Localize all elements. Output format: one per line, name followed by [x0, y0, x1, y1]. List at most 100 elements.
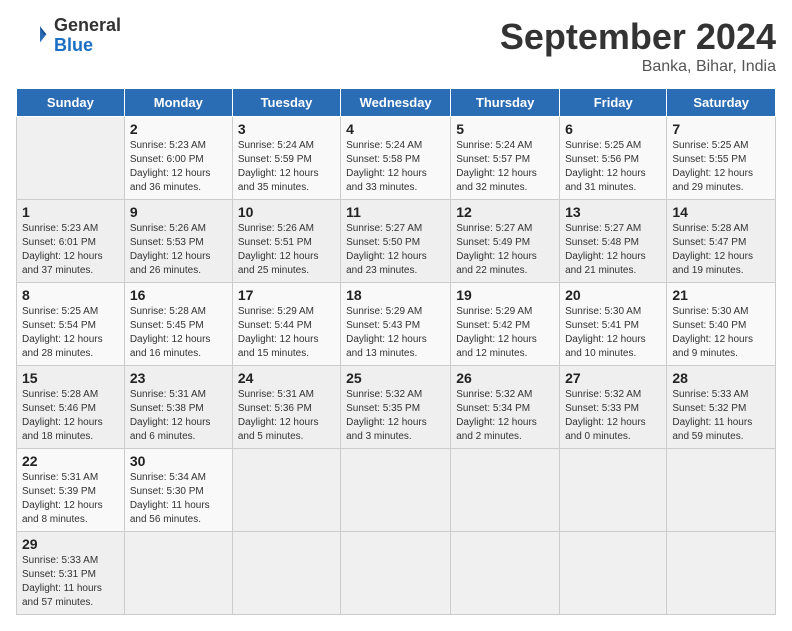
- calendar-body: 2Sunrise: 5:23 AM Sunset: 6:00 PM Daylig…: [17, 117, 776, 615]
- day-number: 23: [130, 370, 227, 386]
- day-number: 10: [238, 204, 335, 220]
- day-info: Sunrise: 5:30 AM Sunset: 5:40 PM Dayligh…: [672, 305, 770, 361]
- day-number: 4: [346, 121, 445, 137]
- day-number: 2: [130, 121, 227, 137]
- page-header: General Blue September 2024 Banka, Bihar…: [16, 16, 776, 76]
- calendar-cell: 30 Sunrise: 5:34 AM Sunset: 5:30 PM Dayli…: [124, 449, 232, 532]
- day-number: 18: [346, 287, 445, 303]
- day-number: 19: [456, 287, 554, 303]
- calendar-cell: 25Sunrise: 5:32 AM Sunset: 5:35 PM Dayli…: [341, 366, 451, 449]
- day-number: 12: [456, 204, 554, 220]
- day-info: Sunrise: 5:24 AM Sunset: 5:58 PM Dayligh…: [346, 139, 445, 195]
- col-thursday: Thursday: [451, 89, 560, 117]
- calendar-row: 22 Sunrise: 5:31 AM Sunset: 5:39 PM Dayli…: [17, 449, 776, 532]
- day-info: Sunrise: 5:26 AM Sunset: 5:53 PM Dayligh…: [130, 222, 227, 278]
- col-wednesday: Wednesday: [341, 89, 451, 117]
- day-info: Sunrise: 5:24 AM Sunset: 5:57 PM Dayligh…: [456, 139, 554, 195]
- calendar-row: 2Sunrise: 5:23 AM Sunset: 6:00 PM Daylig…: [17, 117, 776, 200]
- calendar-cell: [341, 449, 451, 532]
- calendar-cell: [667, 449, 776, 532]
- day-number: 30: [130, 453, 227, 469]
- logo-blue: Blue: [54, 36, 121, 56]
- day-number: 26: [456, 370, 554, 386]
- day-info: Sunrise: 5:25 AM Sunset: 5:54 PM Dayligh…: [22, 305, 119, 361]
- day-info: Sunrise: 5:32 AM Sunset: 5:35 PM Dayligh…: [346, 388, 445, 444]
- day-number: 15: [22, 370, 119, 386]
- calendar-cell: 23 Sunrise: 5:31 AM Sunset: 5:38 PM Dayli…: [124, 366, 232, 449]
- col-monday: Monday: [124, 89, 232, 117]
- col-friday: Friday: [560, 89, 667, 117]
- day-info: Sunrise: 5:29 AM Sunset: 5:42 PM Dayligh…: [456, 305, 554, 361]
- day-number: 16: [130, 287, 227, 303]
- header-row: Sunday Monday Tuesday Wednesday Thursday…: [17, 89, 776, 117]
- day-number: 29: [22, 536, 119, 552]
- day-info: Sunrise: 5:27 AM Sunset: 5:48 PM Dayligh…: [565, 222, 661, 278]
- day-number: 8: [22, 287, 119, 303]
- day-info: Sunrise: 5:31 AM Sunset: 5:39 PM Dayligh…: [22, 471, 119, 527]
- day-info: Sunrise: 5:25 AM Sunset: 5:55 PM Dayligh…: [672, 139, 770, 195]
- day-info: Sunrise: 5:31 AM Sunset: 5:36 PM Dayligh…: [238, 388, 335, 444]
- logo-general: General: [54, 16, 121, 36]
- day-number: 20: [565, 287, 661, 303]
- logo-icon: [16, 20, 48, 52]
- day-number: 6: [565, 121, 661, 137]
- calendar-cell: [560, 449, 667, 532]
- day-number: 22: [22, 453, 119, 469]
- day-number: 14: [672, 204, 770, 220]
- day-number: 5: [456, 121, 554, 137]
- calendar-cell: 18 Sunrise: 5:29 AM Sunset: 5:43 PM Dayli…: [341, 283, 451, 366]
- day-number: 1: [22, 204, 119, 220]
- col-saturday: Saturday: [667, 89, 776, 117]
- month-title: September 2024: [500, 16, 776, 58]
- calendar-row: 1 Sunrise: 5:23 AM Sunset: 6:01 PM Daylig…: [17, 200, 776, 283]
- calendar-cell: 8 Sunrise: 5:25 AM Sunset: 5:54 PM Daylig…: [17, 283, 125, 366]
- day-info: Sunrise: 5:24 AM Sunset: 5:59 PM Dayligh…: [238, 139, 335, 195]
- day-info: Sunrise: 5:32 AM Sunset: 5:33 PM Dayligh…: [565, 388, 661, 444]
- title-section: September 2024 Banka, Bihar, India: [500, 16, 776, 76]
- calendar-cell: 6 Sunrise: 5:25 AM Sunset: 5:56 PM Daylig…: [560, 117, 667, 200]
- day-info: Sunrise: 5:31 AM Sunset: 5:38 PM Dayligh…: [130, 388, 227, 444]
- calendar-cell: 24Sunrise: 5:31 AM Sunset: 5:36 PM Dayli…: [232, 366, 340, 449]
- day-info: Sunrise: 5:25 AM Sunset: 5:56 PM Dayligh…: [565, 139, 661, 195]
- calendar-cell: 1 Sunrise: 5:23 AM Sunset: 6:01 PM Daylig…: [17, 200, 125, 283]
- calendar-row: 29Sunrise: 5:33 AM Sunset: 5:31 PM Dayli…: [17, 532, 776, 615]
- calendar-row: 15 Sunrise: 5:28 AM Sunset: 5:46 PM Dayli…: [17, 366, 776, 449]
- calendar-header: Sunday Monday Tuesday Wednesday Thursday…: [17, 89, 776, 117]
- day-info: Sunrise: 5:27 AM Sunset: 5:50 PM Dayligh…: [346, 222, 445, 278]
- calendar-cell: [232, 532, 340, 615]
- calendar-cell: [451, 532, 560, 615]
- day-info: Sunrise: 5:30 AM Sunset: 5:41 PM Dayligh…: [565, 305, 661, 361]
- day-info: Sunrise: 5:28 AM Sunset: 5:46 PM Dayligh…: [22, 388, 119, 444]
- day-number: 27: [565, 370, 661, 386]
- calendar-cell: 27 Sunrise: 5:32 AM Sunset: 5:33 PM Dayli…: [560, 366, 667, 449]
- day-info: Sunrise: 5:29 AM Sunset: 5:44 PM Dayligh…: [238, 305, 335, 361]
- calendar-cell: [232, 449, 340, 532]
- logo-text: General Blue: [54, 16, 121, 56]
- day-info: Sunrise: 5:34 AM Sunset: 5:30 PM Dayligh…: [130, 471, 227, 527]
- calendar-cell: 12 Sunrise: 5:27 AM Sunset: 5:49 PM Dayli…: [451, 200, 560, 283]
- day-info: Sunrise: 5:33 AM Sunset: 5:32 PM Dayligh…: [672, 388, 770, 444]
- day-number: 11: [346, 204, 445, 220]
- calendar-cell: [451, 449, 560, 532]
- calendar-cell: 28 Sunrise: 5:33 AM Sunset: 5:32 PM Dayli…: [667, 366, 776, 449]
- calendar-row: 8 Sunrise: 5:25 AM Sunset: 5:54 PM Daylig…: [17, 283, 776, 366]
- calendar-cell: 3Sunrise: 5:24 AM Sunset: 5:59 PM Daylig…: [232, 117, 340, 200]
- calendar-cell: 9Sunrise: 5:26 AM Sunset: 5:53 PM Daylig…: [124, 200, 232, 283]
- calendar-cell: 2Sunrise: 5:23 AM Sunset: 6:00 PM Daylig…: [124, 117, 232, 200]
- calendar-table: Sunday Monday Tuesday Wednesday Thursday…: [16, 88, 776, 615]
- day-info: Sunrise: 5:26 AM Sunset: 5:51 PM Dayligh…: [238, 222, 335, 278]
- calendar-cell: 7 Sunrise: 5:25 AM Sunset: 5:55 PM Daylig…: [667, 117, 776, 200]
- calendar-cell: [17, 117, 125, 200]
- day-info: Sunrise: 5:23 AM Sunset: 6:01 PM Dayligh…: [22, 222, 119, 278]
- day-number: 28: [672, 370, 770, 386]
- col-tuesday: Tuesday: [232, 89, 340, 117]
- day-info: Sunrise: 5:29 AM Sunset: 5:43 PM Dayligh…: [346, 305, 445, 361]
- calendar-cell: 13Sunrise: 5:27 AM Sunset: 5:48 PM Dayli…: [560, 200, 667, 283]
- day-info: Sunrise: 5:27 AM Sunset: 5:49 PM Dayligh…: [456, 222, 554, 278]
- day-number: 7: [672, 121, 770, 137]
- day-info: Sunrise: 5:28 AM Sunset: 5:45 PM Dayligh…: [130, 305, 227, 361]
- calendar-cell: 29Sunrise: 5:33 AM Sunset: 5:31 PM Dayli…: [17, 532, 125, 615]
- calendar-cell: 26Sunrise: 5:32 AM Sunset: 5:34 PM Dayli…: [451, 366, 560, 449]
- calendar-cell: 14Sunrise: 5:28 AM Sunset: 5:47 PM Dayli…: [667, 200, 776, 283]
- location: Banka, Bihar, India: [500, 58, 776, 76]
